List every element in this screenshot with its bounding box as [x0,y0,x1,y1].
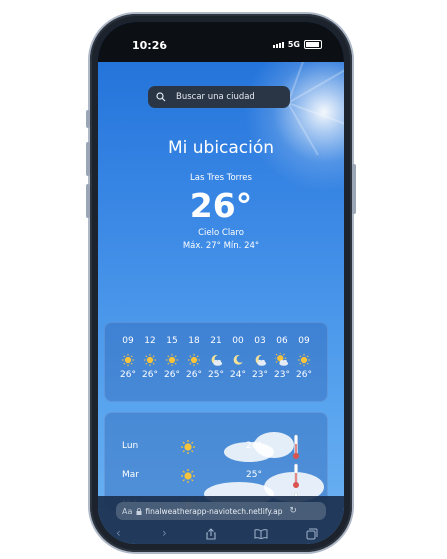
network-label: 5G [287,40,300,49]
screen: 10:26 5G Buscar una ciudad Mi ubicación … [98,22,344,544]
day-temp: 25° [246,470,262,480]
moon-cloud-icon [255,354,267,366]
daily-row: Mar 25° [104,463,328,488]
moon-cloud-icon [211,354,223,366]
volume-down-button [86,184,90,218]
day-temp: 26° [246,441,262,451]
hourly-temp: 26° [142,370,158,380]
hourly-time: 15 [166,336,178,346]
reader-settings-button[interactable]: Aa [122,507,132,516]
reload-icon[interactable]: ↻ [289,506,297,516]
hourly-time: 18 [188,336,200,346]
hourly-forecast: 09 26° 12 26° 15 26° 18 26° 21 25° 00 24° 03 23° 06 23°… [104,322,328,402]
hourly-temp: 25° [208,370,224,380]
battery-icon [304,40,322,49]
hourly-temp: 26° [296,370,312,380]
address-bar[interactable]: Aa finalweatherapp-naviotech.netlify.ap … [116,502,326,520]
volume-up-button [86,142,90,176]
share-icon[interactable] [206,528,216,540]
sun-icon [187,353,201,367]
city-name: Las Tres Torres [190,173,252,183]
hourly-time: 09 [122,336,134,346]
phone-frame: 10:26 5G Buscar una ciudad Mi ubicación … [86,14,356,552]
power-button [352,164,356,214]
status-bar: 10:26 5G [98,22,344,62]
search-input[interactable]: Buscar una ciudad [148,86,290,108]
tabs-icon[interactable] [306,528,318,540]
sun-icon [165,353,179,367]
mute-switch [86,110,90,128]
search-icon [156,92,166,102]
hourly-temp: 26° [120,370,136,380]
sun-icon [181,469,195,483]
notch [162,22,280,50]
hourly-time: 21 [210,336,222,346]
sun-cloud-icon [274,352,289,366]
status-indicators: 5G [272,40,322,49]
hourly-time: 06 [276,336,288,346]
forward-icon[interactable]: › [162,526,167,540]
browser-toolbar: ‹ › [98,526,344,544]
hourly-temp: 26° [164,370,180,380]
max-min-temperature: Máx. 27° Mín. 24° [182,241,260,251]
hourly-temp: 24° [230,370,246,380]
daily-row: Lun 26° [104,434,328,459]
lock-icon [136,507,142,515]
thermometer-icon [293,463,299,488]
hourly-time: 00 [232,336,244,346]
location-title: Mi ubicación [167,138,275,158]
signal-icon [272,41,284,48]
sun-icon [181,440,195,454]
url-text: finalweatherapp-naviotech.netlify.ap [145,506,283,516]
hourly-time: 12 [144,336,156,346]
hourly-temp: 26° [186,370,202,380]
moon-icon [233,354,243,365]
search-placeholder: Buscar una ciudad [176,92,255,102]
sun-icon [297,353,311,367]
thermometer-icon [293,434,299,459]
sun-icon [121,353,135,367]
hourly-temp: 23° [252,370,268,380]
browser-bar: Aa finalweatherapp-naviotech.netlify.ap … [98,496,344,544]
bookmarks-icon[interactable] [254,529,268,539]
sun-icon [143,353,157,367]
hourly-temp: 23° [274,370,290,380]
current-temperature: 26° [189,186,253,225]
back-icon[interactable]: ‹ [116,526,121,540]
day-name: Lun [122,441,139,451]
weather-condition: Cielo Claro [198,228,244,238]
hourly-time: 03 [254,336,266,346]
day-name: Mar [122,470,139,480]
hourly-time: 09 [298,336,310,346]
status-time: 10:26 [132,39,168,52]
